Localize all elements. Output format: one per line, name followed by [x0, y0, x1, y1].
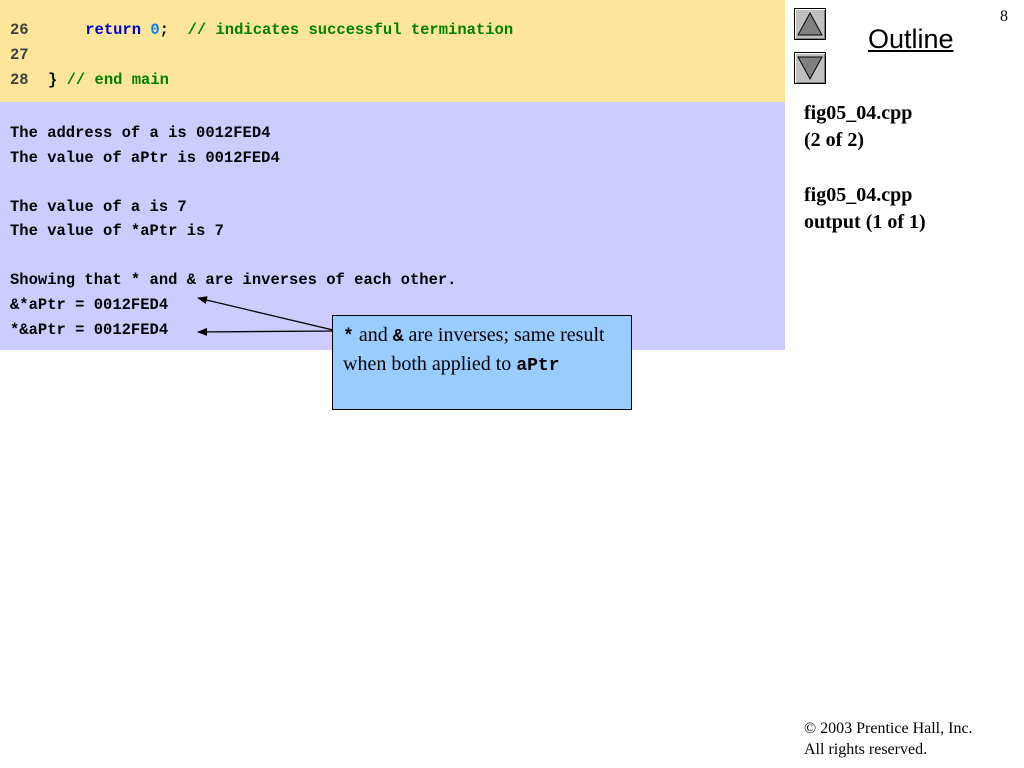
star-operator: * [343, 327, 354, 347]
triangle-up-icon [797, 11, 823, 36]
previous-slide-button[interactable] [794, 8, 826, 40]
outline-link[interactable]: Outline [868, 24, 954, 55]
pointer-variable: aPtr [516, 356, 560, 376]
copyright-text: © 2003 Prentice Hall, Inc. [804, 720, 973, 737]
page-number: 8 [1000, 8, 1008, 25]
arrow-to-line-1 [197, 296, 334, 331]
file-label-1: fig05_04.cpp [804, 102, 913, 124]
annotation-callout: * and & are inverses; same result when b… [332, 315, 632, 410]
file-part-1: (2 of 2) [804, 129, 864, 151]
copyright-footer: © 2003 Prentice Hall, Inc. All rights res… [804, 718, 973, 760]
arrow-to-line-2 [197, 327, 334, 336]
file-part-2: output (1 of 1) [804, 211, 926, 233]
next-slide-button[interactable] [794, 52, 826, 84]
file-label-2: fig05_04.cpp [804, 184, 913, 206]
ampersand-operator: & [392, 327, 404, 347]
triangle-down-icon [797, 56, 823, 81]
rights-text: All rights reserved. [804, 741, 928, 758]
